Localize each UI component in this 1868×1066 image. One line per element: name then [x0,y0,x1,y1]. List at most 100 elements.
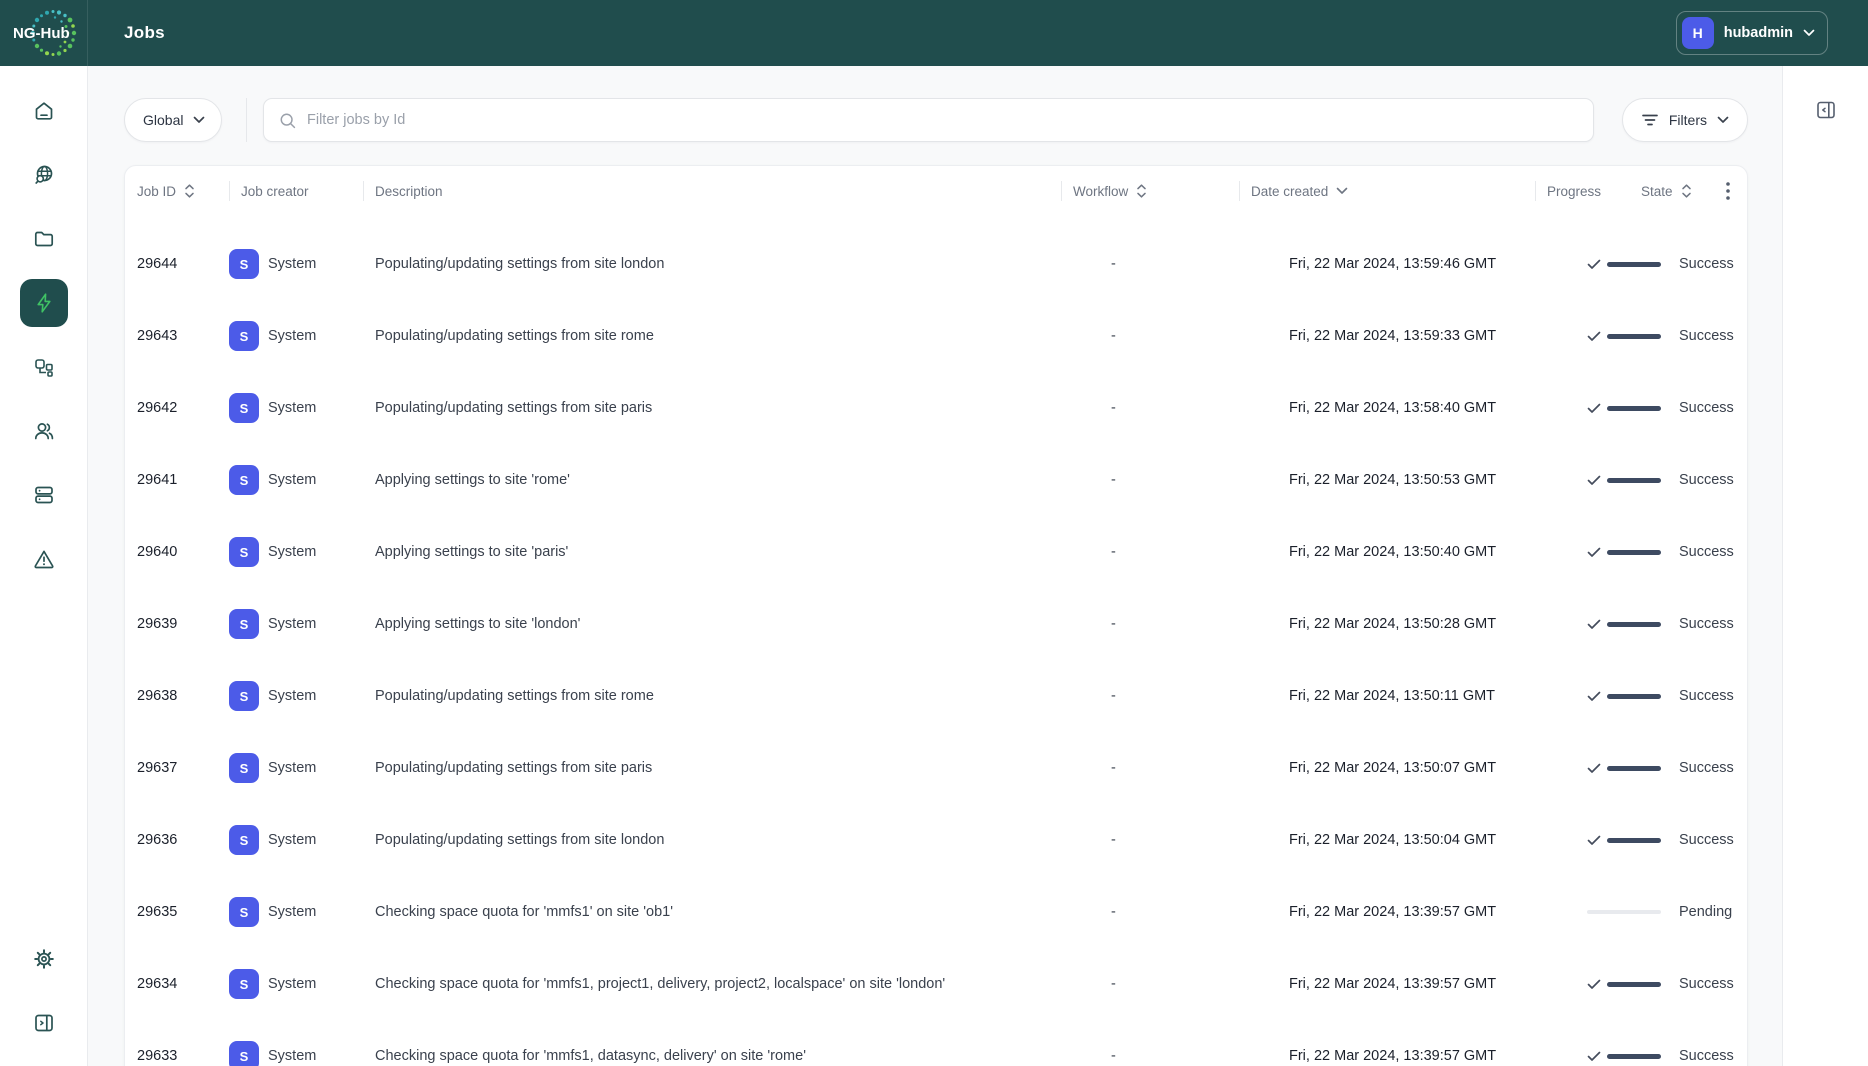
app-logo: NG-Hub [0,0,88,66]
progress-cell [1573,835,1667,846]
progress-bar [1607,477,1661,483]
job-id-cell: 29640 [137,544,178,560]
workflow-cell: - [1111,256,1116,272]
table-row[interactable]: 29641 S System Applying settings to site… [125,444,1747,516]
workflow-nodes-icon [34,359,53,377]
sidebar-item-workflows[interactable] [20,343,68,391]
table-row[interactable]: 29633 S System Checking space quota for … [125,1020,1747,1066]
workflow-cell: - [1111,760,1116,776]
job-description-cell: Populating/updating settings from site r… [375,688,654,704]
job-id-cell: 29638 [137,688,178,704]
progress-bar [1607,621,1661,627]
check-icon [1587,1051,1601,1062]
progress-cell [1573,619,1667,630]
sort-icon [1136,184,1147,198]
job-creator-cell: S System [229,393,363,423]
date-created-cell: Fri, 22 Mar 2024, 13:50:11 GMT [1289,688,1496,704]
table-header-row: Job ID Job creator Description Workflow … [125,166,1747,216]
job-description-cell: Applying settings to site 'paris' [375,544,569,560]
column-header-label: Workflow [1073,183,1129,199]
gear-icon [33,949,54,969]
search-input[interactable] [307,99,1579,141]
progress-cell [1573,910,1667,914]
workflow-cell: - [1111,616,1116,632]
state-label: Success [1679,256,1734,272]
table-row[interactable]: 29643 S System Populating/updating setti… [125,300,1747,372]
job-creator-cell: S System [229,1041,363,1066]
check-icon [1587,979,1601,990]
scope-dropdown-label: Global [143,112,184,128]
date-created-cell: Fri, 22 Mar 2024, 13:39:57 GMT [1289,976,1497,992]
servers-icon [34,486,53,504]
column-header[interactable]: Workflow [1061,166,1239,216]
table-row[interactable]: 29642 S System Populating/updating setti… [125,372,1747,444]
sidebar-item-site-discovery[interactable] [20,151,68,199]
table-row[interactable]: 29640 S System Applying settings to site… [125,516,1747,588]
search-icon [280,113,296,128]
progress-cell [1573,979,1667,990]
sidebar-item-jobs[interactable] [19,279,68,327]
state-label: Pending [1679,904,1733,920]
job-creator-cell: S System [229,969,363,999]
job-id-cell: 29642 [137,400,178,416]
job-creator-cell: S System [229,897,363,927]
column-header-label: Description [375,183,443,199]
job-id-cell: 29633 [137,1048,178,1064]
progress-bar [1607,405,1661,411]
table-row[interactable]: 29637 S System Populating/updating setti… [125,732,1747,804]
right-panel-toggle-button[interactable] [1812,96,1840,124]
kebab-menu-icon [1726,182,1730,200]
creator-avatar: S [229,537,259,567]
job-creator-cell: S System [229,825,363,855]
column-header[interactable]: Progress [1535,166,1629,216]
creator-name-label: System [268,328,317,344]
job-description-cell: Checking space quota for 'mmfs1, project… [375,976,946,992]
toolbar: Global Filters [124,98,1748,142]
table-row[interactable]: 29639 S System Applying settings to site… [125,588,1747,660]
progress-cell [1573,331,1667,342]
warning-triangle-icon [33,550,54,569]
creator-name-label: System [268,472,317,488]
sidebar-item-servers[interactable] [20,471,68,519]
sidebar-item-alerts[interactable] [20,535,68,583]
sidebar-item-collapse[interactable] [20,999,68,1047]
state-label: Success [1679,328,1734,344]
job-description-cell: Populating/updating settings from site p… [375,760,653,776]
progress-cell [1573,259,1667,270]
table-row[interactable]: 29634 S System Checking space quota for … [125,948,1747,1020]
user-menu-button[interactable]: H hubadmin [1675,11,1828,55]
job-id-cell: 29636 [137,832,178,848]
table-row[interactable]: 29644 S System Populating/updating setti… [125,228,1747,300]
job-description-cell: Populating/updating settings from site r… [375,328,654,344]
date-created-cell: Fri, 22 Mar 2024, 13:39:57 GMT [1289,1048,1497,1064]
app-header: NG-Hub Jobs H hubadmin [0,0,1868,66]
sidebar-item-files[interactable] [20,215,68,263]
column-header[interactable]: Date created [1239,166,1535,216]
table-options-button[interactable] [1709,166,1747,216]
filters-button[interactable]: Filters [1621,98,1748,142]
panel-toggle-icon [1816,101,1835,119]
scope-dropdown[interactable]: Global [124,98,222,142]
progress-cell [1573,403,1667,414]
sort-desc-icon [1336,187,1348,195]
sidebar-item-home[interactable] [20,87,68,135]
sidebar-item-settings[interactable] [20,935,68,983]
column-header[interactable]: Description [363,166,1061,216]
sidebar-item-users[interactable] [20,407,68,455]
column-header[interactable]: Job creator [229,166,363,216]
table-row[interactable]: 29638 S System Populating/updating setti… [125,660,1747,732]
job-creator-cell: S System [229,681,363,711]
table-row[interactable]: 29635 S System Checking space quota for … [125,876,1747,948]
progress-cell [1573,763,1667,774]
workflow-cell: - [1111,688,1116,704]
chevron-down-icon [1803,29,1815,36]
column-header-label: Job ID [137,183,177,199]
toolbar-divider [246,98,247,142]
creator-name-label: System [268,760,317,776]
check-icon [1587,691,1601,702]
column-header[interactable]: Job ID [125,166,229,216]
job-description-cell: Applying settings to site 'london' [375,616,581,632]
state-label: Success [1679,616,1734,632]
column-header[interactable]: State [1629,166,1709,216]
table-row[interactable]: 29636 S System Populating/updating setti… [125,804,1747,876]
